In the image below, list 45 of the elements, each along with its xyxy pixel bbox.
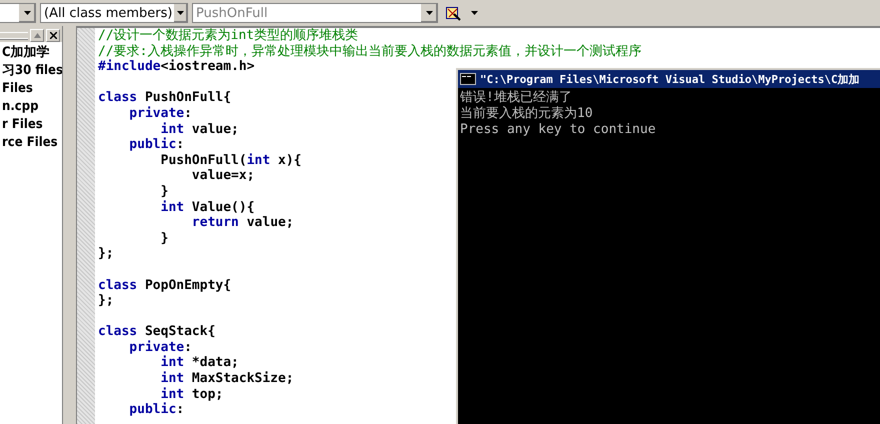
window-title: "C:\Program Files\Microsoft Visual Studio\MyProjects\C加加 <box>480 72 860 86</box>
code-line: } <box>160 184 168 200</box>
console-icon <box>460 73 476 85</box>
code-line: int MaxStackSize; <box>160 371 294 387</box>
tree-item[interactable]: 习30 files <box>0 62 62 80</box>
code-line: }; <box>98 293 114 309</box>
code-line: }; <box>98 246 114 262</box>
code-line: PushOnFull(int x){ <box>160 152 302 168</box>
console-output-line: Press any key to continue <box>460 122 656 138</box>
code-line: } <box>160 230 168 246</box>
tree-item[interactable]: r Files <box>0 116 62 134</box>
code-line: private: <box>128 106 192 122</box>
code-line: public: <box>128 137 184 153</box>
code-line: int value; <box>160 122 239 137</box>
code-line: int top; <box>160 386 224 402</box>
caret-icon <box>470 11 478 15</box>
panel-grip[interactable] <box>0 32 28 38</box>
code-line: private: <box>128 340 192 355</box>
code-line: //要求:入栈操作异常时，异常处理模块中输出当前要入栈的数据元素值，并设计一个测试程序 <box>98 44 642 59</box>
close-icon <box>50 32 56 38</box>
wand-icon <box>445 5 461 21</box>
caret-icon <box>176 11 184 15</box>
code-line: class PushOnFull{ <box>98 90 232 106</box>
code-line: public: <box>128 402 184 418</box>
close-button[interactable] <box>46 28 60 42</box>
tree-item[interactable]: C加加学 <box>0 44 62 62</box>
code-line: int Value(){ <box>160 200 255 216</box>
caret-icon <box>24 11 30 15</box>
triangle-icon <box>34 32 40 38</box>
code-line: return value; <box>190 215 294 231</box>
tree-item[interactable]: n.cpp <box>0 98 62 116</box>
caret-icon <box>426 11 432 15</box>
console-output-line: 当前要入栈的元素为10 <box>460 106 593 122</box>
console-output-line: 错误!堆栈已经满了 <box>460 90 572 106</box>
tree-item[interactable]: Files <box>0 80 62 98</box>
code-line: int *data; <box>160 355 239 371</box>
code-line: class PopOnEmpty{ <box>98 278 232 294</box>
code-line: value=x; <box>190 168 255 184</box>
code-line: #include<iostream.h> <box>98 59 255 75</box>
dropdown[interactable]: (All class members) <box>40 3 188 23</box>
maximize-button[interactable] <box>30 28 44 42</box>
code-line: class SeqStack{ <box>98 324 216 340</box>
code-line: //设计一个数据元素为int类型的顺序堆栈类 <box>98 28 358 44</box>
dropdown[interactable] <box>0 3 36 23</box>
tree-item[interactable]: rce Files <box>0 134 62 152</box>
